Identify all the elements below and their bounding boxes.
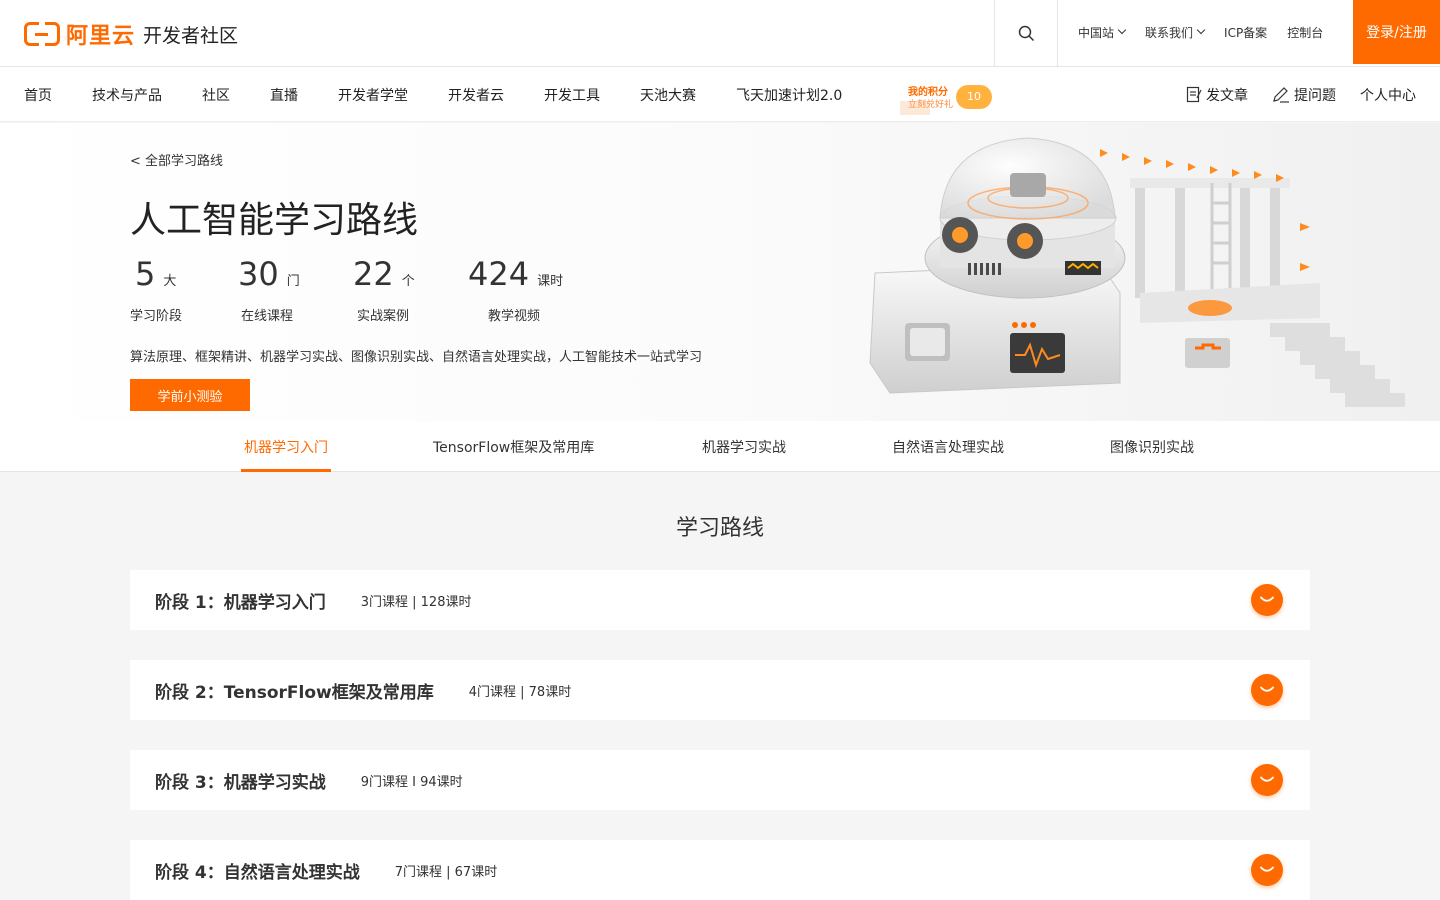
personal-center-label: 个人中心 [1360, 87, 1416, 104]
aliyun-logo[interactable]: 阿里云 [24, 18, 135, 50]
stat-number: 5 [135, 255, 156, 293]
region-label: 中国站 [1078, 25, 1115, 40]
search-button[interactable] [994, 0, 1058, 67]
stat-number: 424 [468, 255, 530, 293]
stat-courses: 30 门 在线课程 [238, 255, 300, 324]
stat-number: 22 [353, 255, 394, 293]
stage-card[interactable]: 阶段 3：机器学习实战 9门课程 I 94课时 [130, 750, 1310, 810]
page-title: 人工智能学习路线 [130, 200, 419, 241]
learning-path-title: 学习路线 [675, 516, 764, 541]
logo-text: 阿里云 [66, 24, 136, 49]
stat-label: 在线课程 [241, 309, 294, 324]
chevron-down-icon [1260, 596, 1274, 602]
expand-button[interactable] [1251, 764, 1283, 796]
tab-nlp[interactable]: 自然语言处理实战 [892, 421, 1004, 472]
points-title: 我的积分 [908, 87, 948, 98]
points-subtitle: 立刻兑好礼 [908, 100, 954, 110]
aliyun-logo-icon [24, 21, 60, 48]
console-link[interactable]: 控制台 [1287, 24, 1323, 41]
nav-item-home[interactable]: 首页 [24, 85, 52, 105]
stat-unit: 门 [286, 274, 300, 289]
contact-dropdown[interactable]: 联系我们 [1145, 24, 1206, 41]
stat-label: 实战案例 [357, 309, 410, 324]
stage-title: 阶段 3：机器学习实战 [155, 772, 326, 793]
document-edit-icon [1186, 86, 1202, 103]
stage-title: 阶段 4：自然语言处理实战 [155, 862, 360, 883]
stat-label: 教学视频 [488, 309, 541, 324]
ask-question-button[interactable]: 提问题 [1272, 85, 1336, 105]
tab-tensorflow[interactable]: TensorFlow框架及常用库 [433, 421, 594, 472]
nav-item-feitian[interactable]: 飞天加速计划2.0 [736, 85, 842, 105]
personal-center-link[interactable]: 个人中心 [1360, 85, 1416, 105]
stat-unit: 课时 [537, 274, 564, 289]
stage-title: 阶段 2：TensorFlow框架及常用库 [155, 682, 434, 703]
nav-item-live[interactable]: 直播 [270, 85, 298, 105]
tab-image-recognition[interactable]: 图像识别实战 [1110, 421, 1194, 472]
stage-card[interactable]: 阶段 2：TensorFlow框架及常用库 4门课程 | 78课时 [130, 660, 1310, 720]
nav-item-devcloud[interactable]: 开发者云 [448, 85, 504, 105]
stage-meta: 4门课程 | 78课时 [468, 684, 572, 700]
pencil-icon [1273, 86, 1289, 103]
contact-label: 联系我们 [1145, 25, 1194, 40]
stage-title: 阶段 1：机器学习入门 [155, 592, 326, 613]
expand-button[interactable] [1251, 584, 1283, 616]
chevron-down-icon [1260, 776, 1274, 782]
stat-number: 30 [238, 255, 279, 293]
stat-unit: 大 [163, 274, 177, 289]
points-value: 10 [956, 85, 992, 109]
tab-ml-intro[interactable]: 机器学习入门 [241, 421, 331, 472]
nav-item-academy[interactable]: 开发者学堂 [338, 85, 408, 105]
hero-banner: < 全部学习路线 人工智能学习路线 5大 学习阶段 30 门 在线课程 22 个 实… [0, 123, 1440, 421]
stat-stages: 5大 学习阶段 [130, 255, 182, 324]
top-header: 阿里云 开发者社区 中国站 联系我们 ICP备案 控制台 登录/注册 [0, 0, 1440, 67]
expand-button[interactable] [1251, 854, 1283, 886]
stage-card[interactable]: 阶段 1：机器学习入门 3门课程 | 128课时 [130, 570, 1310, 630]
chevron-down-icon [1196, 25, 1206, 35]
expand-button[interactable] [1251, 674, 1283, 706]
back-to-all-paths-link[interactable]: < 全部学习路线 [130, 150, 223, 169]
stat-unit: 个 [401, 274, 415, 289]
pre-quiz-button[interactable]: 学前小测验 [130, 379, 250, 411]
nav-item-tianchi[interactable]: 天池大赛 [640, 85, 696, 105]
stage-tabs: 机器学习入门 TensorFlow框架及常用库 机器学习实战 自然语言处理实战 … [0, 421, 1440, 472]
nav-item-devtools[interactable]: 开发工具 [544, 85, 600, 105]
login-register-button[interactable]: 登录/注册 [1353, 0, 1440, 64]
robot-illustration [869, 137, 1405, 407]
region-selector[interactable]: 中国站 [1078, 24, 1127, 41]
nav-item-tech[interactable]: 技术与产品 [92, 85, 162, 105]
chevron-down-icon [1260, 866, 1274, 872]
stage-meta: 7门课程 | 67课时 [394, 864, 498, 880]
stage-meta: 3门课程 | 128课时 [360, 594, 472, 610]
hero-description: 算法原理、框架精讲、机器学习实战、图像识别实战、自然语言处理实战，人工智能技术一… [130, 350, 703, 365]
chevron-down-icon [1117, 25, 1127, 35]
write-article-button[interactable]: 发文章 [1186, 85, 1248, 105]
write-article-label: 发文章 [1206, 87, 1248, 104]
chevron-down-icon [1260, 686, 1274, 692]
search-icon [1018, 25, 1034, 42]
stage-card[interactable]: 阶段 4：自然语言处理实战 7门课程 | 67课时 [130, 840, 1310, 900]
main-nav: 首页 技术与产品 社区 直播 开发者学堂 开发者云 开发工具 天池大赛 飞天加速… [0, 67, 1440, 122]
icp-link[interactable]: ICP备案 [1224, 24, 1267, 41]
stage-meta: 9门课程 I 94课时 [360, 774, 463, 790]
site-name[interactable]: 开发者社区 [143, 21, 238, 48]
stat-cases: 22 个 实战案例 [353, 255, 415, 324]
nav-item-community[interactable]: 社区 [202, 85, 230, 105]
stat-videos: 424 课时 教学视频 [468, 255, 564, 324]
ask-question-label: 提问题 [1294, 87, 1336, 104]
stat-label: 学习阶段 [130, 309, 183, 324]
tab-ml-practice[interactable]: 机器学习实战 [702, 421, 786, 472]
points-badge[interactable]: 我的积分 立刻兑好礼 10 [900, 81, 994, 117]
top-links: 中国站 联系我们 ICP备案 控制台 [1078, 0, 1343, 64]
